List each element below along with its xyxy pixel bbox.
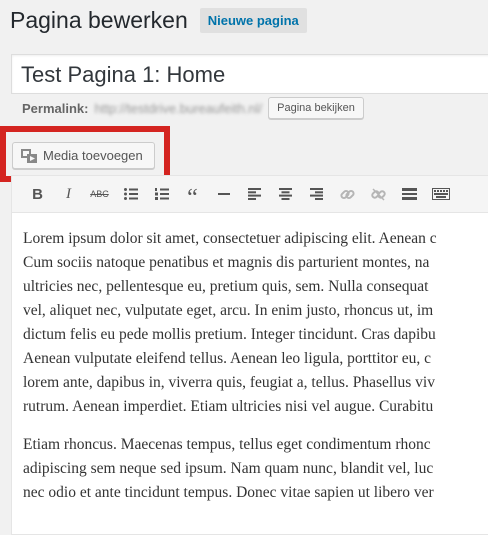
read-more-icon[interactable] — [394, 181, 425, 207]
add-media-button[interactable]: Media toevoegen — [12, 142, 155, 169]
align-left-icon[interactable] — [239, 181, 270, 207]
horizontal-line-icon[interactable] — [208, 181, 239, 207]
add-media-label: Media toevoegen — [43, 148, 143, 163]
title-input[interactable]: Test Pagina 1: Home — [11, 54, 488, 94]
strikethrough-icon[interactable]: ABC — [84, 181, 115, 207]
permalink-row: Permalink: http://testdrive.bureaufeith.… — [22, 97, 364, 119]
page-title: Pagina bewerken — [10, 7, 188, 33]
editor-content[interactable]: Lorem ipsum dolor sit amet, consectetuer… — [12, 213, 488, 505]
media-icon — [21, 148, 37, 163]
toolbar-toggle-icon[interactable] — [425, 181, 456, 207]
numbered-list-icon[interactable] — [146, 181, 177, 207]
unlink-icon[interactable] — [363, 181, 394, 207]
paragraph: Lorem ipsum dolor sit amet, consectetuer… — [23, 230, 437, 415]
paragraph: Etiam rhoncus. Maecenas tempus, tellus e… — [23, 436, 434, 501]
bullet-list-icon[interactable] — [115, 181, 146, 207]
italic-icon[interactable]: I — [53, 181, 84, 207]
editor-toolbar: B I ABC “ — [12, 176, 488, 213]
permalink-url[interactable]: http://testdrive.bureaufeith.nl/ — [94, 101, 262, 116]
page-heading: Pagina bewerken Nieuwe pagina — [10, 7, 307, 34]
link-icon[interactable] — [332, 181, 363, 207]
permalink-label: Permalink: — [22, 100, 89, 116]
align-right-icon[interactable] — [301, 181, 332, 207]
editor: B I ABC “ Lorem ipsum dolor sit amet, co… — [11, 175, 488, 535]
new-page-button[interactable]: Nieuwe pagina — [199, 8, 307, 33]
blockquote-icon[interactable]: “ — [177, 177, 208, 211]
bold-icon[interactable]: B — [22, 181, 53, 207]
align-center-icon[interactable] — [270, 181, 301, 207]
view-page-button[interactable]: Pagina bekijken — [268, 97, 364, 119]
